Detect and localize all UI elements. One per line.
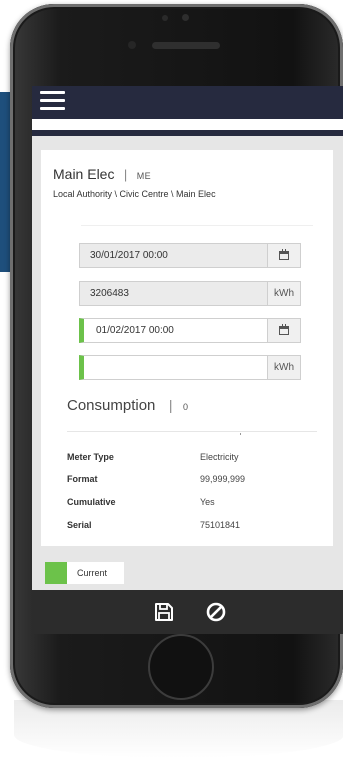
meter-code: ME xyxy=(136,171,151,181)
camera-dot xyxy=(182,14,189,21)
meter-type-label: Meter Type xyxy=(67,452,114,462)
meter-name: Main Elec xyxy=(53,166,115,182)
serial-label: Serial xyxy=(67,520,92,530)
calendar-button[interactable] xyxy=(267,244,300,267)
legend-label: Current xyxy=(77,568,108,578)
earpiece-speaker xyxy=(152,42,220,49)
format-label: Format xyxy=(67,474,98,484)
divider-tick xyxy=(240,433,241,435)
hamburger-menu-icon[interactable] xyxy=(40,91,65,113)
cumulative-value: Yes xyxy=(200,497,215,507)
phone-reflection xyxy=(14,700,343,758)
meter-type-value: Electricity xyxy=(200,452,239,462)
front-camera xyxy=(128,41,136,49)
sensor-dot xyxy=(162,15,168,21)
consumption-label: Consumption xyxy=(67,397,156,414)
divider xyxy=(81,225,313,226)
new-reading-input[interactable] xyxy=(84,356,267,379)
cancel-icon xyxy=(206,602,226,622)
home-button[interactable] xyxy=(148,634,214,700)
cancel-button[interactable] xyxy=(205,601,227,623)
cumulative-label: Cumulative xyxy=(67,497,116,507)
app-screen: Main Elec | ME Local Authority \ Civic C… xyxy=(32,86,343,634)
save-button[interactable] xyxy=(154,602,174,622)
unit-addon: kWh xyxy=(267,356,300,379)
consumption-row: Consumption | 0 xyxy=(67,397,188,415)
format-value: 99,999,999 xyxy=(200,474,246,484)
meter-reading-card: Main Elec | ME Local Authority \ Civic C… xyxy=(41,150,333,546)
calendar-button[interactable] xyxy=(267,319,300,342)
previous-date-field: 30/01/2017 00:00 xyxy=(79,243,301,268)
subheader-bar xyxy=(32,119,343,130)
top-nav-bar xyxy=(32,86,343,119)
serial-value: 75101841 xyxy=(200,520,241,530)
phone-frame: Main Elec | ME Local Authority \ Civic C… xyxy=(10,4,343,708)
subheader-divider xyxy=(32,130,343,136)
consumption-value: 0 xyxy=(182,402,188,412)
meter-title-row: Main Elec | ME xyxy=(53,166,151,184)
consumption-separator: | xyxy=(168,397,173,413)
floppy-disk-icon xyxy=(155,603,173,621)
meter-breadcrumb: Local Authority \ Civic Centre \ Main El… xyxy=(53,189,216,199)
new-reading-field[interactable]: kWh xyxy=(79,355,301,380)
calendar-icon xyxy=(279,249,289,260)
title-separator: | xyxy=(123,167,128,182)
previous-date-value: 30/01/2017 00:00 xyxy=(80,244,267,267)
legend-current: Current xyxy=(45,562,124,584)
legend-swatch xyxy=(45,562,67,584)
previous-reading-field: 3206483 kWh xyxy=(79,281,301,306)
divider xyxy=(67,431,317,432)
calendar-icon xyxy=(279,324,289,335)
unit-addon: kWh xyxy=(267,282,300,305)
new-date-input[interactable]: 01/02/2017 00:00 xyxy=(84,319,267,342)
action-footer xyxy=(32,590,343,634)
new-date-field[interactable]: 01/02/2017 00:00 xyxy=(79,318,301,343)
previous-reading-value: 3206483 xyxy=(80,282,267,305)
